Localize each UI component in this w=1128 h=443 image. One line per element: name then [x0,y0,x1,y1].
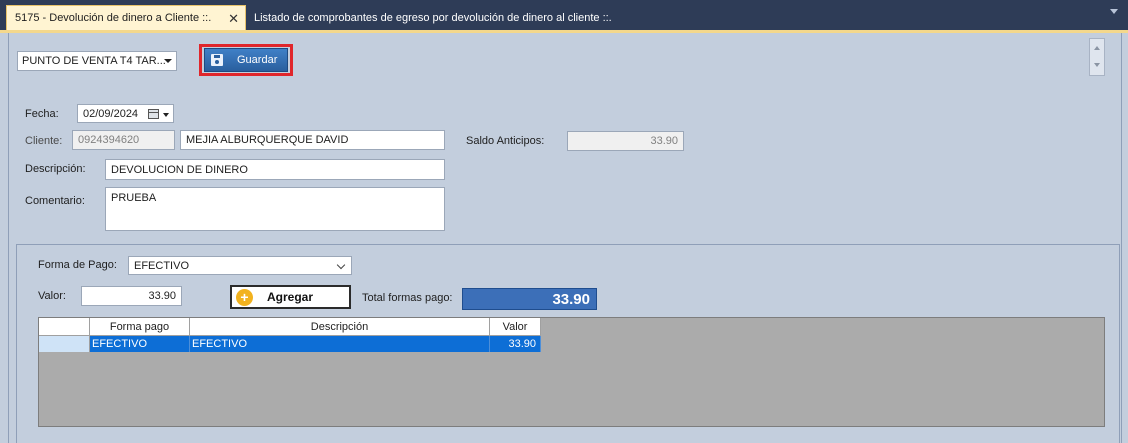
grid-corner-cell [39,318,90,336]
calendar-icon[interactable] [148,109,159,119]
cliente-nombre-field[interactable]: MEJIA ALBURQUERQUE DAVID [180,130,445,150]
plus-circle-icon: + [236,288,253,306]
forma-pago-select[interactable]: EFECTIVO [128,256,352,275]
tab-listado-comprobantes[interactable]: Listado de comprobantes de egreso por de… [254,5,612,30]
comentario-textarea[interactable]: PRUEBA [105,187,445,231]
chevron-down-icon [164,59,172,63]
forma-pago-value: EFECTIVO [134,259,190,272]
formas-pago-grid[interactable]: Forma pago Descripción Valor EFECTIVO EF… [38,317,1105,427]
table-row[interactable]: EFECTIVO EFECTIVO 33.90 [39,336,541,352]
cell-valor[interactable]: 33.90 [490,336,541,352]
forma-pago-label: Forma de Pago: [38,259,117,271]
chevron-down-icon [336,260,346,270]
tab-devolucion-dinero[interactable]: 5175 - Devolución de dinero a Cliente ::… [6,5,246,30]
cliente-label: Cliente: [25,135,63,147]
cell-descripcion[interactable]: EFECTIVO [190,336,490,352]
fecha-date-picker[interactable]: 02/09/2024 [77,104,174,123]
tab-devolucion-label: 5175 - Devolución de dinero a Cliente ::… [15,12,212,24]
cell-forma-pago[interactable]: EFECTIVO [90,336,190,352]
cliente-nombre-value: MEJIA ALBURQUERQUE DAVID [186,134,349,146]
scroll-up-icon[interactable] [1094,46,1100,50]
punto-venta-select[interactable]: PUNTO DE VENTA T4 TAR... [17,51,177,71]
fecha-value: 02/09/2024 [83,107,139,120]
descripcion-value: DEVOLUCION DE DINERO [111,163,248,176]
cliente-id-value: 0924394620 [78,134,140,146]
tab-bar: 5175 - Devolución de dinero a Cliente ::… [0,0,1128,30]
column-header-forma-pago[interactable]: Forma pago [90,318,190,336]
tab-list-dropdown-icon[interactable] [1110,9,1118,14]
comentario-label: Comentario: [25,195,85,207]
descripcion-label: Descripción: [25,163,86,175]
save-button-label: Guardar [237,54,278,66]
valor-field[interactable]: 33.90 [81,286,182,306]
descripcion-field[interactable]: DEVOLUCION DE DINERO [105,159,445,180]
valor-label: Valor: [38,290,66,302]
saldo-anticipos-value: 33.90 [650,135,678,147]
cliente-id-field: 0924394620 [72,130,175,150]
vertical-scrollbar[interactable] [1089,38,1105,76]
close-icon[interactable]: ✕ [228,11,239,27]
column-header-valor[interactable]: Valor [490,318,541,336]
saldo-anticipos-label: Saldo Anticipos: [466,135,545,147]
row-header-cell[interactable] [39,336,90,352]
agregar-button-label: Agregar [267,290,314,304]
scroll-down-icon[interactable] [1094,63,1100,67]
fecha-label: Fecha: [25,108,59,120]
valor-value: 33.90 [148,290,176,302]
total-formas-pago-value: 33.90 [552,290,590,308]
floppy-disk-icon [211,54,223,66]
total-formas-pago-value-box: 33.90 [462,288,597,310]
column-header-descripcion[interactable]: Descripción [190,318,490,336]
tab-listado-label: Listado de comprobantes de egreso por de… [254,11,612,24]
saldo-anticipos-field: 33.90 [567,131,684,151]
date-dropdown-icon[interactable] [163,113,169,117]
grid-header: Forma pago Descripción Valor [39,318,541,336]
total-formas-pago-label: Total formas pago: [362,292,453,304]
save-button[interactable]: Guardar [204,48,288,72]
punto-venta-value: PUNTO DE VENTA T4 TAR... [22,55,166,67]
comentario-value: PRUEBA [111,192,157,204]
agregar-button[interactable]: + Agregar [230,285,351,309]
